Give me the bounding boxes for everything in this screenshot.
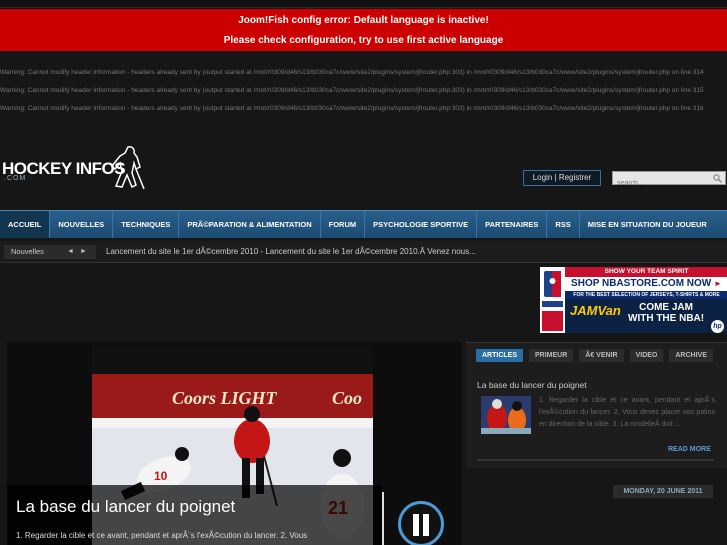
ad-come-line-1: COME JAM bbox=[639, 302, 693, 313]
nav-preparation[interactable]: PRÃ©PARATION & ALIMENTATION bbox=[179, 211, 321, 238]
nav-mise-en-situation[interactable]: MISE EN SITUATION DU JOUEUR bbox=[580, 211, 715, 238]
error-banner: Joom!Fish config error: Default language… bbox=[0, 9, 727, 51]
pause-icon[interactable] bbox=[398, 501, 444, 545]
tab-articles[interactable]: ARTICLES bbox=[476, 349, 523, 362]
nba-store-logo bbox=[540, 267, 565, 333]
warning-1: Warning: Cannot modify header informatio… bbox=[0, 69, 704, 76]
main-nav: ACCUEIL NOUVELLES TECHNIQUES PRÃ©PARATIO… bbox=[0, 210, 727, 238]
news-ticker: Nouvelles ◄ ► Lancement du site le 1er dÃ… bbox=[0, 241, 727, 498]
current-date: MONDAY, 20 JUNE 2011 bbox=[613, 485, 713, 498]
nav-psychologie[interactable]: PSYCHOLOGIE SPORTIVE bbox=[365, 211, 478, 238]
search-input[interactable] bbox=[613, 177, 709, 190]
featured-excerpt: 1. Regarder la cible et ce avant, pendan… bbox=[16, 531, 308, 540]
ad-jam-van: JAMVan bbox=[570, 303, 621, 318]
article-title[interactable]: La base du lancer du poignet bbox=[477, 380, 587, 390]
pause-bar-right bbox=[423, 514, 429, 536]
article-thumbnail[interactable] bbox=[481, 396, 531, 434]
nav-techniques[interactable]: TECHNIQUES bbox=[113, 211, 180, 238]
nav-partenaires[interactable]: PARTENAIRES bbox=[477, 211, 548, 238]
ad-shop-label: SHOP NBASTORE.COM NOW bbox=[571, 278, 712, 289]
articles-tabbox: ARTICLES PRIMEUR Ã€ VENIR VIDEO ARCHIVE … bbox=[466, 342, 727, 468]
error-line-2: Please check configuration, try to use f… bbox=[223, 35, 504, 46]
caption-divider bbox=[382, 492, 384, 545]
login-register-box: Login | Registrer bbox=[523, 170, 601, 186]
tab-video[interactable]: VIDEO bbox=[629, 349, 664, 362]
ad-best-text: FOR THE BEST SELECTION OF JERSEYS, T-SHI… bbox=[565, 291, 727, 299]
nav-accueil[interactable]: ACCUEIL bbox=[0, 211, 51, 238]
ad-come-line-2: WITH THE NBA! bbox=[628, 313, 705, 324]
nav-rss[interactable]: RSS bbox=[547, 211, 580, 238]
login-link[interactable]: Login bbox=[533, 173, 553, 182]
board-text-2: Coo bbox=[332, 388, 362, 408]
tab-primeur[interactable]: PRIMEUR bbox=[529, 349, 574, 362]
warning-3: Warning: Cannot modify header informatio… bbox=[0, 105, 704, 112]
jersey-number-2: 10 bbox=[154, 469, 168, 483]
logo-subtext: .COM bbox=[4, 175, 27, 182]
ticker-arrows: ◄ ► bbox=[67, 245, 93, 259]
ticker-headline[interactable]: Lancement du site le 1er dÃ©cembre 2010 … bbox=[106, 245, 476, 259]
top-strip bbox=[0, 0, 727, 8]
tabbox-divider bbox=[477, 459, 714, 461]
site-logo[interactable]: HOCKEY INFOS .COM bbox=[2, 143, 152, 193]
search-box bbox=[612, 171, 726, 190]
tab-archive[interactable]: ARCHIVE bbox=[669, 349, 713, 362]
article-excerpt: 1. Regarder la cible et ce avant, pendan… bbox=[539, 397, 715, 428]
nav-forum[interactable]: FORUM bbox=[321, 211, 366, 238]
ad-spirit-text: SHOW YOUR TEAM SPIRIT bbox=[565, 267, 727, 277]
featured-slideshow: Coors LIGHT Coo 10 21 La base du lancer … bbox=[7, 342, 462, 545]
register-link[interactable]: Registrer bbox=[559, 173, 591, 182]
read-more-link[interactable]: READ MORE bbox=[668, 446, 711, 453]
search-icon[interactable] bbox=[713, 174, 722, 183]
error-line-1: Joom!Fish config error: Default language… bbox=[238, 15, 489, 26]
ticker-prev-icon[interactable]: ◄ bbox=[67, 248, 74, 255]
hockey-player-icon bbox=[110, 146, 145, 190]
warning-2: Warning: Cannot modify header informatio… bbox=[0, 87, 704, 94]
featured-title[interactable]: La base du lancer du poignet bbox=[16, 497, 235, 517]
ticker-next-icon[interactable]: ► bbox=[80, 248, 87, 255]
featured-caption: La base du lancer du poignet 1. Regarder… bbox=[7, 485, 382, 545]
hp-logo: hp bbox=[711, 320, 724, 333]
nba-store-ad[interactable]: SHOW YOUR TEAM SPIRIT SHOP NBASTORE.COM … bbox=[540, 267, 727, 333]
article-thumbnail-image bbox=[481, 396, 531, 434]
php-warnings: Warning: Cannot modify header informatio… bbox=[0, 68, 727, 122]
pause-bar-left bbox=[413, 514, 419, 536]
board-text: Coors LIGHT bbox=[172, 388, 278, 408]
ad-arrow-icon: ► bbox=[714, 279, 722, 288]
ad-shop-text: SHOP NBASTORE.COM NOW ► bbox=[565, 277, 727, 291]
ad-come-jam: COME JAM WITH THE NBA! bbox=[628, 302, 704, 324]
tab-a-venir[interactable]: Ã€ VENIR bbox=[579, 349, 624, 362]
tab-strip: ARTICLES PRIMEUR Ã€ VENIR VIDEO ARCHIVE bbox=[476, 349, 719, 362]
nav-nouvelles[interactable]: NOUVELLES bbox=[50, 211, 114, 238]
